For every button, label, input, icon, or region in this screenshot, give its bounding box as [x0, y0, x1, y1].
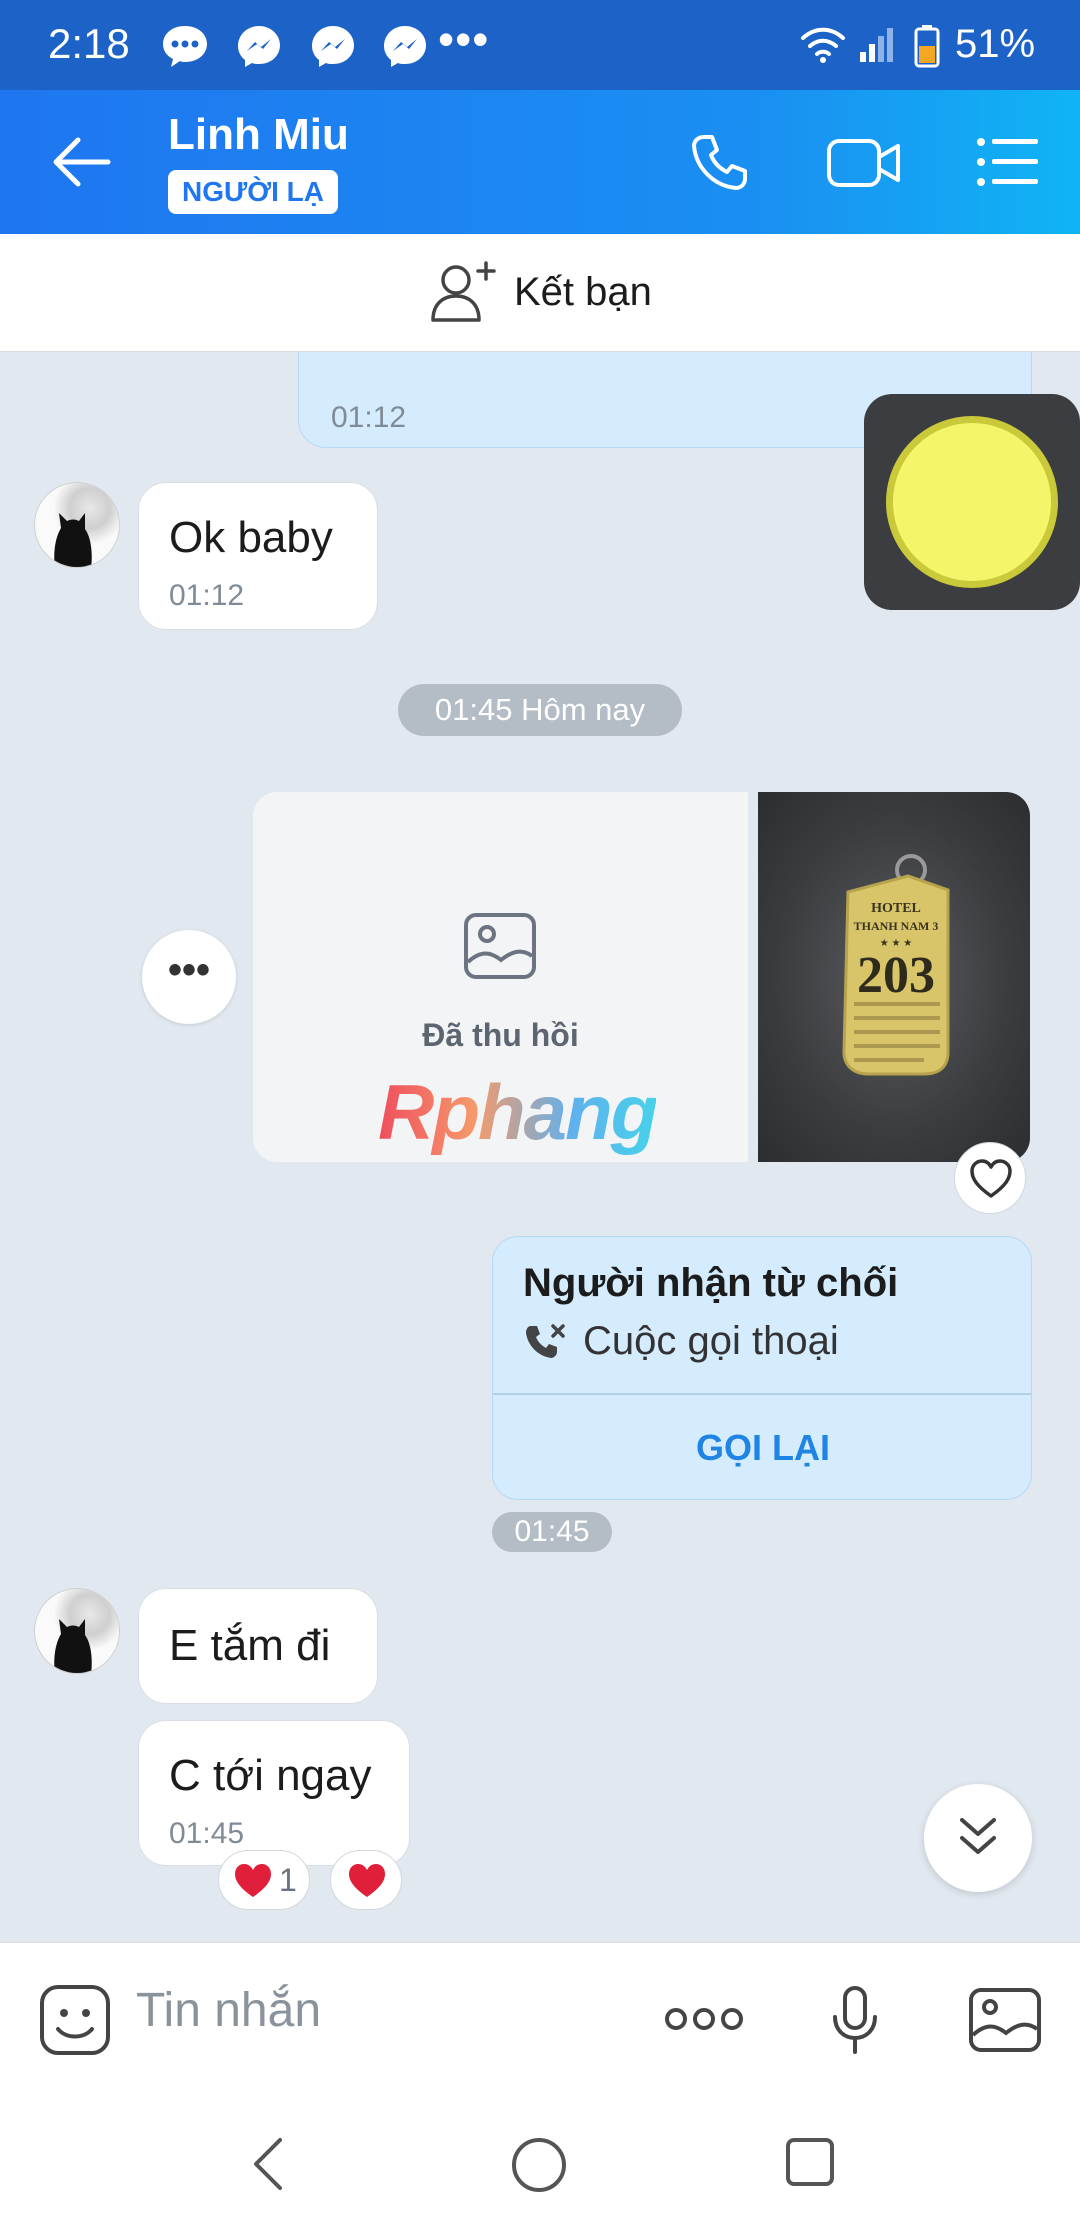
react-heart-button[interactable]: [954, 1142, 1026, 1214]
battery-percentage: 51%: [955, 22, 1036, 66]
more-notifications-icon: •••: [438, 13, 490, 65]
reaction-count: 1: [279, 1862, 297, 1898]
messenger-icon: [238, 26, 280, 67]
scroll-to-bottom-button[interactable]: [924, 1784, 1032, 1892]
status-time: 2:18: [48, 20, 130, 67]
message-composer: [0, 1942, 1080, 2092]
hotel-key-tag-photo: HOTEL THANH NAM 3 ★ ★ ★ 203: [842, 854, 950, 1076]
image-placeholder-icon: [464, 913, 536, 979]
recalled-photo-card[interactable]: Đã thu hồi Rphang: [253, 792, 748, 1162]
message-text: E lấy phòng nt chị số phòng nhé: [331, 281, 960, 330]
emoji-icon[interactable]: [38, 1983, 112, 2057]
received-message-bubble[interactable]: C tới ngay 01:45: [138, 1720, 410, 1866]
stranger-badge: NGƯỜI LẠ: [168, 170, 338, 214]
message-text: E tắm đi: [169, 1621, 331, 1670]
missed-call-icon: [526, 1324, 565, 1358]
heart-outline-icon: [970, 1159, 1012, 1198]
key-tag-header: HOTEL: [871, 901, 921, 916]
double-chevron-down-icon: [960, 1818, 996, 1854]
date-divider: 01:45 Hôm nay: [398, 684, 682, 736]
add-heart-reaction-button[interactable]: [330, 1850, 402, 1910]
cat-silhouette-icon: [54, 1619, 92, 1673]
heart-icon: [235, 1864, 271, 1897]
system-nav-bar: [0, 2092, 1080, 2232]
message-time: 01:45: [169, 1817, 245, 1850]
chat-header: Linh Miu NGƯỜI LẠ: [0, 90, 1080, 234]
nav-home-icon[interactable]: [510, 2136, 568, 2194]
nav-recents-icon[interactable]: [784, 2136, 836, 2188]
received-message-bubble[interactable]: E tắm đi: [138, 1588, 378, 1704]
key-tag-name: THANH NAM 3: [854, 919, 939, 933]
battery-icon: [914, 25, 940, 68]
call-log-card: Người nhận từ chối Cuộc gọi thoại GỌI LẠ…: [492, 1236, 1032, 1500]
messenger-icon: [312, 26, 354, 67]
signal-icon: [860, 28, 893, 62]
heart-reaction-count[interactable]: 1: [218, 1850, 310, 1910]
phone-icon[interactable]: [690, 132, 750, 192]
wifi-icon: [801, 27, 845, 63]
avatar[interactable]: [34, 1588, 120, 1674]
nav-back-icon[interactable]: [250, 2136, 286, 2192]
received-message-bubble[interactable]: Ok baby 01:12: [138, 482, 378, 630]
contact-name[interactable]: Linh Miu: [168, 110, 349, 160]
message-options-button[interactable]: •••: [142, 930, 236, 1024]
rphang-watermark-logo: Rphang: [378, 1068, 658, 1156]
call-status-title: Người nhận từ chối: [523, 1261, 899, 1305]
key-tag-number: 203: [857, 947, 935, 1004]
more-dots-icon[interactable]: [664, 2005, 744, 2033]
status-bar: 2:18 ••• 51%: [0, 0, 1080, 90]
cat-silhouette-icon: [54, 513, 92, 567]
image-icon[interactable]: [968, 1987, 1042, 2053]
message-time: 01:12: [331, 401, 407, 434]
message-time-pill: 01:45: [492, 1512, 612, 1552]
message-input[interactable]: [136, 1983, 636, 2038]
avatar[interactable]: [34, 482, 120, 568]
call-back-button[interactable]: GỌI LẠI: [493, 1395, 1031, 1499]
message-text: C tới ngay: [169, 1751, 372, 1800]
recalled-label: Đã thu hồi: [422, 1017, 579, 1053]
message-time: 01:12: [169, 579, 245, 612]
video-camera-icon[interactable]: [826, 136, 902, 190]
messenger-icon: [384, 26, 426, 67]
photo-message[interactable]: HOTEL THANH NAM 3 ★ ★ ★ 203: [758, 792, 1030, 1162]
message-text: Ok baby: [169, 513, 333, 562]
list-menu-icon[interactable]: [976, 136, 1040, 188]
assistive-dot-icon: [886, 416, 1058, 588]
chat-bubble-icon: [163, 26, 207, 67]
microphone-icon[interactable]: [830, 1985, 880, 2055]
floating-assistive-button[interactable]: [864, 394, 1080, 610]
heart-icon: [349, 1864, 385, 1897]
call-type-label: Cuộc gọi thoại: [583, 1319, 839, 1363]
back-arrow-icon[interactable]: [52, 134, 112, 190]
